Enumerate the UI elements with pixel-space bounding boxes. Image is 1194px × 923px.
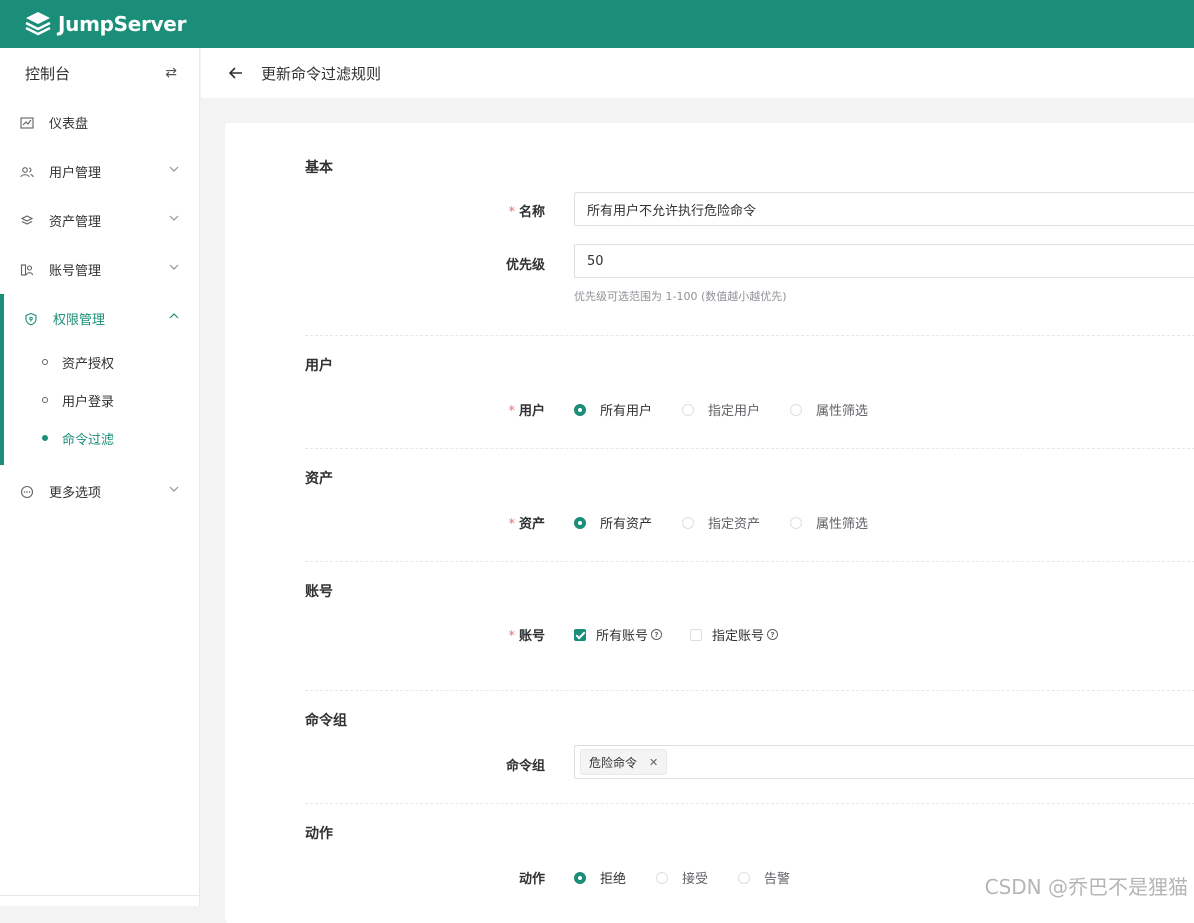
section-title-users: 用户 — [305, 358, 333, 374]
top-bar: JumpServer — [0, 0, 1194, 48]
sidebar-subitem-user-login[interactable]: 用户登录 — [4, 381, 199, 419]
layers-icon — [20, 214, 34, 228]
checkbox-specified-accounts[interactable]: 指定账号? — [690, 625, 779, 644]
checkbox-checked-icon — [574, 628, 586, 641]
users-label: * 用户 — [508, 404, 545, 419]
question-icon[interactable]: ? — [767, 629, 779, 640]
section-divider — [305, 448, 1194, 449]
more-icon — [20, 485, 34, 499]
name-input[interactable]: 所有用户不允许执行危险命令 — [574, 192, 1194, 226]
checkbox-all-accounts[interactable]: 所有账号? — [574, 625, 663, 644]
sidebar-subitem-label: 命令过滤 — [62, 432, 115, 448]
switch-view-icon[interactable]: ⇄ — [165, 65, 177, 81]
chevron-down-icon — [169, 215, 179, 221]
radio-assets-attr-filter[interactable]: 属性筛选 — [790, 513, 868, 532]
section-title-command-groups: 命令组 — [305, 713, 347, 729]
command-groups-select[interactable]: 危险命令 ✕ — [574, 745, 1194, 779]
sidebar-item-more[interactable]: 更多选项 — [0, 467, 199, 516]
action-radio-group: 拒绝 接受 告警 — [574, 868, 820, 887]
logo[interactable]: JumpServer — [24, 10, 186, 38]
radio-action-deny[interactable]: 拒绝 — [574, 868, 626, 887]
accounts-checkbox-group: 所有账号? 指定账号? — [574, 625, 806, 644]
jumpserver-logo-icon — [25, 12, 51, 36]
sidebar-item-label: 账号管理 — [49, 264, 102, 279]
checkbox-icon — [690, 628, 703, 641]
back-arrow-icon[interactable] — [228, 65, 244, 81]
sidebar-item-accounts[interactable]: 账号管理 — [0, 245, 199, 294]
sidebar-subitem-label: 资产授权 — [62, 356, 115, 372]
users-icon — [20, 165, 34, 179]
priority-help-text: 优先级可选范围为 1-100 (数值越小越优先) — [574, 290, 787, 303]
account-icon — [20, 263, 34, 277]
section-divider — [305, 803, 1194, 804]
users-radio-group: 所有用户 指定用户 属性筛选 — [574, 400, 898, 419]
sidebar-subitem-asset-permission[interactable]: 资产授权 — [4, 343, 199, 381]
radio-users-attr-filter[interactable]: 属性筛选 — [790, 400, 868, 419]
radio-action-alert[interactable]: 告警 — [738, 868, 790, 887]
assets-radio-group: 所有资产 指定资产 属性筛选 — [574, 513, 898, 532]
sidebar-item-permissions[interactable]: 权限管理 — [4, 294, 199, 343]
sidebar-item-label: 资产管理 — [49, 215, 102, 230]
radio-icon — [790, 403, 803, 416]
radio-specified-users[interactable]: 指定用户 — [682, 400, 760, 419]
radio-checked-icon — [574, 516, 586, 529]
form-card: 基本 * 名称 所有用户不允许执行危险命令 优先级 50 优先级可选范围为 1-1… — [225, 123, 1194, 923]
section-divider — [305, 690, 1194, 691]
sidebar-item-label: 用户管理 — [49, 166, 102, 181]
radio-icon — [656, 871, 669, 884]
section-title-accounts: 账号 — [305, 584, 333, 600]
radio-specified-assets[interactable]: 指定资产 — [682, 513, 760, 532]
section-title-assets: 资产 — [305, 471, 333, 487]
close-icon[interactable]: ✕ — [649, 756, 658, 769]
console-title: 控制台 — [25, 64, 71, 83]
question-icon[interactable]: ? — [651, 629, 663, 640]
chevron-down-icon — [169, 486, 179, 492]
chevron-down-icon — [169, 166, 179, 172]
section-divider — [305, 561, 1194, 562]
sidebar-subitem-label: 用户登录 — [62, 394, 115, 410]
radio-checked-icon — [574, 871, 586, 884]
watermark: CSDN @乔巴不是狸猫 — [984, 875, 1188, 899]
section-title-action: 动作 — [305, 826, 333, 842]
chart-icon — [20, 116, 34, 130]
priority-label: 优先级 — [505, 258, 545, 273]
sidebar-item-users[interactable]: 用户管理 — [0, 147, 199, 196]
radio-checked-icon — [574, 403, 586, 416]
radio-all-users[interactable]: 所有用户 — [574, 400, 652, 419]
sidebar-item-dashboard[interactable]: 仪表盘 — [0, 98, 199, 147]
sidebar-group-permissions: 权限管理 资产授权 用户登录 命令过滤 — [0, 294, 199, 465]
command-groups-label: 命令组 — [505, 759, 545, 774]
app-name: JumpServer — [58, 12, 187, 36]
radio-all-assets[interactable]: 所有资产 — [574, 513, 652, 532]
radio-icon — [738, 871, 751, 884]
page-title: 更新命令过滤规则 — [261, 64, 382, 83]
radio-action-accept[interactable]: 接受 — [656, 868, 708, 887]
accounts-label: * 账号 — [508, 629, 545, 644]
sidebar-item-label: 仪表盘 — [49, 117, 89, 132]
sidebar-item-label: 权限管理 — [53, 313, 106, 328]
assets-label: * 资产 — [508, 517, 545, 532]
page-header: 更新命令过滤规则 — [201, 48, 1194, 98]
bullet-icon — [42, 359, 48, 365]
command-group-tag: 危险命令 ✕ — [580, 749, 668, 775]
sidebar-item-assets[interactable]: 资产管理 — [0, 196, 199, 245]
sidebar-subitem-command-filter[interactable]: 命令过滤 — [4, 419, 199, 457]
sidebar: 控制台 ⇄ 仪表盘 用户管理 资产管理 账号管理 权限管理 资产授权 用户登录 … — [0, 48, 200, 906]
chevron-down-icon — [169, 264, 179, 270]
priority-input[interactable]: 50 — [574, 244, 1194, 278]
section-title-basic: 基本 — [305, 160, 333, 176]
sidebar-header: 控制台 ⇄ — [0, 48, 199, 98]
bullet-icon — [42, 397, 48, 403]
chevron-up-icon — [169, 313, 179, 319]
shield-icon — [24, 312, 38, 326]
section-divider — [305, 335, 1194, 336]
sidebar-item-label: 更多选项 — [49, 486, 102, 501]
action-label: 动作 — [518, 872, 545, 887]
radio-icon — [790, 516, 803, 529]
bullet-icon — [42, 435, 48, 441]
sidebar-divider — [0, 895, 200, 896]
radio-icon — [682, 403, 695, 416]
name-label: * 名称 — [508, 205, 545, 220]
radio-icon — [682, 516, 695, 529]
